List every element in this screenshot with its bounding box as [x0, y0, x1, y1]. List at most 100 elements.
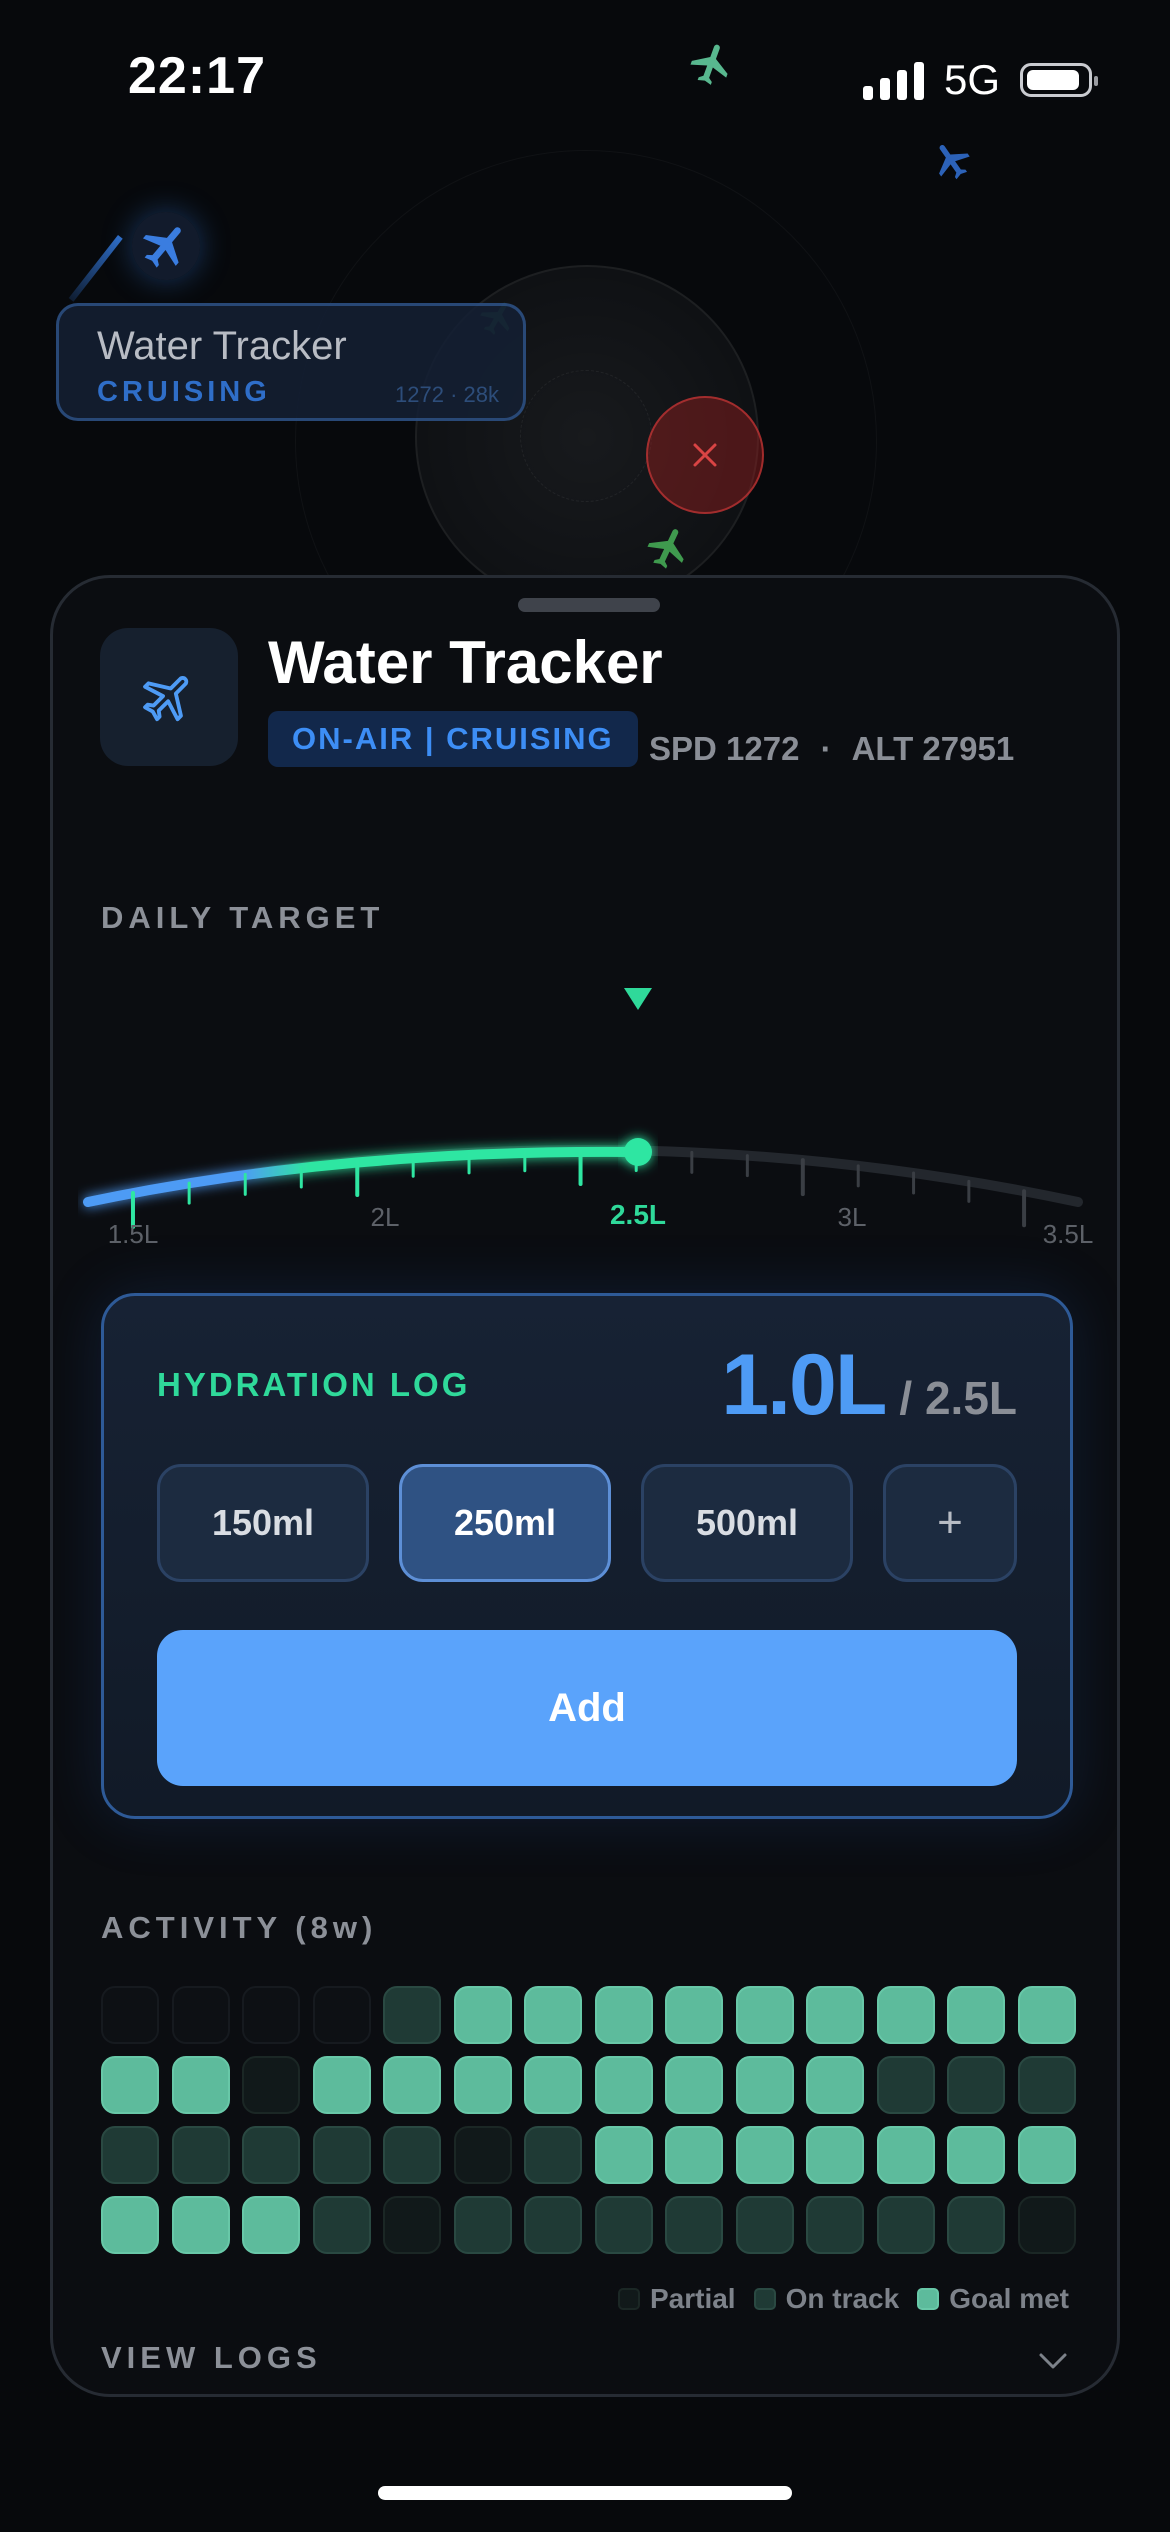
tick-label: 1.5L	[108, 1219, 159, 1248]
status-indicators: 5G	[862, 56, 1098, 104]
activity-cell[interactable]	[383, 1986, 441, 2044]
activity-label: ACTIVITY (8w)	[101, 1910, 378, 1945]
activity-cell[interactable]	[594, 1986, 653, 2044]
home-indicator	[378, 2486, 792, 2500]
activity-cell[interactable]	[665, 2056, 723, 2114]
hydration-log-title: HYDRATION LOG	[157, 1366, 471, 1403]
activity-cell[interactable]	[101, 2056, 159, 2114]
activity-cell[interactable]	[242, 1986, 300, 2044]
page-title: Water Tracker	[268, 629, 663, 696]
legend-swatch	[753, 2288, 776, 2310]
activity-cell[interactable]	[947, 2056, 1005, 2114]
activity-cell[interactable]	[947, 2126, 1005, 2184]
activity-cell[interactable]	[806, 1986, 864, 2044]
activity-cell[interactable]	[876, 2196, 935, 2254]
activity-cell[interactable]	[312, 2126, 371, 2184]
close-marker-button[interactable]	[646, 396, 764, 514]
activity-cell[interactable]	[101, 2196, 159, 2254]
daily-target-label: DAILY TARGET	[101, 900, 385, 935]
activity-cell[interactable]	[806, 2056, 864, 2114]
tick-label: 2L	[371, 1202, 400, 1232]
activity-cell[interactable]	[312, 2056, 371, 2114]
activity-cell[interactable]	[453, 2126, 512, 2184]
signal-icon	[862, 60, 924, 100]
activity-cell[interactable]	[1017, 2056, 1076, 2114]
activity-cell[interactable]	[524, 1986, 582, 2044]
activity-cell[interactable]	[524, 2056, 582, 2114]
activity-cell[interactable]	[453, 1986, 512, 2044]
plane-icon[interactable]	[681, 33, 743, 95]
activity-cell[interactable]	[1017, 1986, 1076, 2044]
activity-cell[interactable]	[806, 2126, 864, 2184]
sheet-grabber[interactable]	[518, 598, 660, 612]
activity-cell[interactable]	[876, 2126, 935, 2184]
activity-cell[interactable]	[242, 2056, 300, 2114]
legend-label: Partial	[649, 2283, 736, 2314]
activity-cell[interactable]	[171, 2056, 230, 2114]
activity-heatmap	[101, 1986, 1076, 2254]
tick-label: 3L	[838, 1202, 867, 1232]
network-label: 5G	[943, 56, 1000, 103]
activity-cell[interactable]	[876, 1986, 935, 2044]
activity-cell[interactable]	[383, 2126, 441, 2184]
app-icon	[100, 628, 238, 766]
selected-plane-icon[interactable]	[118, 198, 214, 294]
activity-cell[interactable]	[594, 2056, 653, 2114]
flight-tag-line	[68, 235, 123, 302]
custom-amount-button[interactable]: +	[883, 1464, 1017, 1582]
activity-cell[interactable]	[171, 2196, 230, 2254]
activity-cell[interactable]	[665, 2196, 723, 2254]
activity-cell[interactable]	[101, 2126, 159, 2184]
plane-icon	[143, 676, 189, 722]
activity-cell[interactable]	[171, 2126, 230, 2184]
tick-label-selected: 2.5L	[610, 1199, 666, 1230]
activity-cell[interactable]	[806, 2196, 864, 2254]
activity-cell[interactable]	[735, 2056, 794, 2114]
activity-cell[interactable]	[524, 2126, 582, 2184]
legend-item-goal-met: Goal met	[917, 2283, 1069, 2315]
activity-cell[interactable]	[735, 2126, 794, 2184]
activity-cell[interactable]	[383, 2196, 441, 2254]
activity-cell[interactable]	[665, 2126, 723, 2184]
flight-meta: SPD 1272 · ALT 27951	[649, 730, 1014, 768]
amount-chip-500[interactable]: 500ml	[641, 1464, 853, 1582]
activity-cell[interactable]	[594, 2126, 653, 2184]
view-logs-button[interactable]: VIEW LOGS	[101, 2340, 322, 2376]
activity-cell[interactable]	[1017, 2126, 1076, 2184]
activity-cell[interactable]	[383, 2056, 441, 2114]
legend-swatch	[917, 2288, 940, 2310]
chevron-down-icon[interactable]	[1037, 2350, 1069, 2372]
activity-cell[interactable]	[594, 2196, 653, 2254]
flight-tag-status: CRUISING	[97, 376, 271, 408]
activity-cell[interactable]	[312, 1986, 371, 2044]
activity-cell[interactable]	[524, 2196, 582, 2254]
target-ruler[interactable]: 1.5L 2L 2.5L 3L 3.5L	[78, 988, 1098, 1248]
activity-cell[interactable]	[312, 2196, 371, 2254]
activity-cell[interactable]	[947, 2196, 1005, 2254]
activity-cell[interactable]	[242, 2196, 300, 2254]
activity-cell[interactable]	[876, 2056, 935, 2114]
amount-chip-150[interactable]: 150ml	[157, 1464, 369, 1582]
activity-cell[interactable]	[665, 1986, 723, 2044]
status-badge: ON-AIR | CRUISING	[268, 711, 638, 767]
legend-label: Goal met	[949, 2283, 1069, 2314]
target-handle[interactable]	[624, 1138, 652, 1166]
activity-cell[interactable]	[453, 2196, 512, 2254]
flight-tag[interactable]: Water Tracker CRUISING 1272 · 28k	[56, 303, 526, 421]
legend-swatch	[617, 2288, 640, 2310]
activity-cell[interactable]	[242, 2126, 300, 2184]
amount-chip-250[interactable]: 250ml	[399, 1464, 611, 1582]
activity-cell[interactable]	[947, 1986, 1005, 2044]
activity-cell[interactable]	[735, 2196, 794, 2254]
hydration-amount: 1.0L / 2.5L	[721, 1336, 1017, 1435]
activity-cell[interactable]	[1017, 2196, 1076, 2254]
flight-tag-name: Water Tracker	[97, 324, 347, 368]
activity-cell[interactable]	[101, 1986, 159, 2044]
add-button[interactable]: Add	[157, 1630, 1017, 1786]
activity-cell[interactable]	[735, 1986, 794, 2044]
activity-cell[interactable]	[171, 1986, 230, 2044]
activity-cell[interactable]	[453, 2056, 512, 2114]
activity-legend: Partial On track Goal met	[617, 2283, 1069, 2315]
plane-icon[interactable]	[921, 129, 982, 190]
hydration-log-card: HYDRATION LOG 1.0L / 2.5L 150ml 250ml 50…	[101, 1293, 1073, 1819]
